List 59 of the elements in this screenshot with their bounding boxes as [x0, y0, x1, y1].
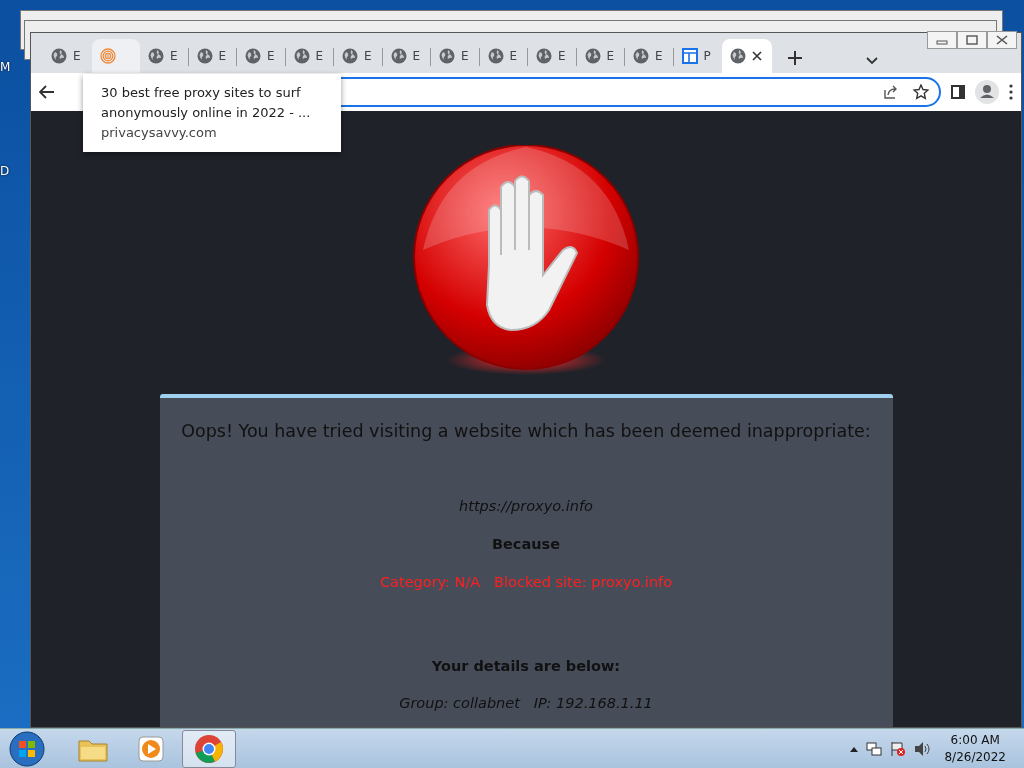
- layout-icon: [681, 48, 698, 64]
- clock-date[interactable]: 8/26/2022: [944, 748, 1006, 766]
- desktop-icon-label[interactable]: M: [0, 58, 11, 76]
- browser-tab[interactable]: E: [188, 39, 237, 73]
- globe-icon: [487, 48, 504, 64]
- browser-tab[interactable]: E: [285, 39, 334, 73]
- chrome-icon[interactable]: [193, 732, 225, 765]
- clock-time[interactable]: 6:00 AM: [944, 731, 1006, 749]
- side-panel-icon[interactable]: [951, 85, 965, 99]
- back-icon[interactable]: [39, 85, 55, 99]
- fingerprint-icon: [99, 48, 116, 64]
- because-label: Because: [490, 535, 562, 554]
- maximize-icon[interactable]: [966, 35, 978, 45]
- chevron-down-icon[interactable]: [866, 57, 878, 65]
- new-tab-icon[interactable]: [788, 51, 802, 65]
- network-icon[interactable]: [866, 740, 883, 757]
- globe-icon: [342, 48, 358, 64]
- block-heading: Oops! You have tried visiting a website which has been deemed inappropriate:: [180, 420, 872, 443]
- globe-icon: [584, 48, 601, 64]
- browser-tab[interactable]: E: [43, 39, 92, 73]
- browser-tab[interactable]: E: [576, 39, 625, 73]
- globe-icon: [730, 48, 746, 64]
- start-button-icon[interactable]: [9, 730, 45, 767]
- block-reason: Category: N/A Blocked site: proxyo.info: [378, 572, 674, 592]
- browser-tab[interactable]: E: [431, 39, 480, 73]
- desktop-icon-label[interactable]: D: [0, 162, 10, 180]
- close-icon[interactable]: [996, 35, 1008, 45]
- details-heading: Your details are below:: [430, 656, 622, 676]
- globe-icon: [439, 48, 455, 64]
- globe-icon: [245, 48, 261, 64]
- browser-tab[interactable]: E: [382, 39, 431, 73]
- close-icon[interactable]: [752, 51, 762, 61]
- globe-icon: [148, 48, 164, 64]
- browser-tab[interactable]: E: [140, 39, 189, 73]
- user-details: Group: collabnet IP: 192.168.1.11: [398, 694, 654, 714]
- browser-tab[interactable]: E: [625, 39, 674, 73]
- globe-icon: [293, 48, 310, 64]
- globe-icon: [51, 48, 67, 64]
- browser-tab[interactable]: E: [334, 39, 383, 73]
- star-icon[interactable]: [913, 84, 929, 100]
- show-hidden-icons-icon[interactable]: [850, 745, 859, 752]
- globe-icon: [390, 48, 407, 64]
- blocked-url: https://proxyo.info: [458, 497, 594, 517]
- volume-icon[interactable]: [914, 740, 931, 757]
- tooltip-title: 30 best free proxy sites to surf anonymously online in 2022 - ...: [101, 84, 312, 122]
- profile-icon[interactable]: [975, 80, 999, 104]
- flag-icon[interactable]: [890, 740, 907, 757]
- tooltip-domain: privacysavvy.com: [101, 124, 218, 142]
- menu-icon[interactable]: [1009, 84, 1013, 100]
- globe-icon: [196, 48, 213, 64]
- browser-tab[interactable]: E: [237, 39, 286, 73]
- browser-tab[interactable]: P: [673, 39, 722, 73]
- browser-tab[interactable]: E: [479, 39, 528, 73]
- share-icon[interactable]: [883, 84, 899, 100]
- stop-hand-icon: [411, 145, 641, 375]
- globe-icon: [536, 48, 552, 64]
- browser-tab[interactable]: E: [528, 39, 577, 73]
- browser-tab[interactable]: [722, 39, 772, 73]
- globe-icon: [633, 48, 649, 64]
